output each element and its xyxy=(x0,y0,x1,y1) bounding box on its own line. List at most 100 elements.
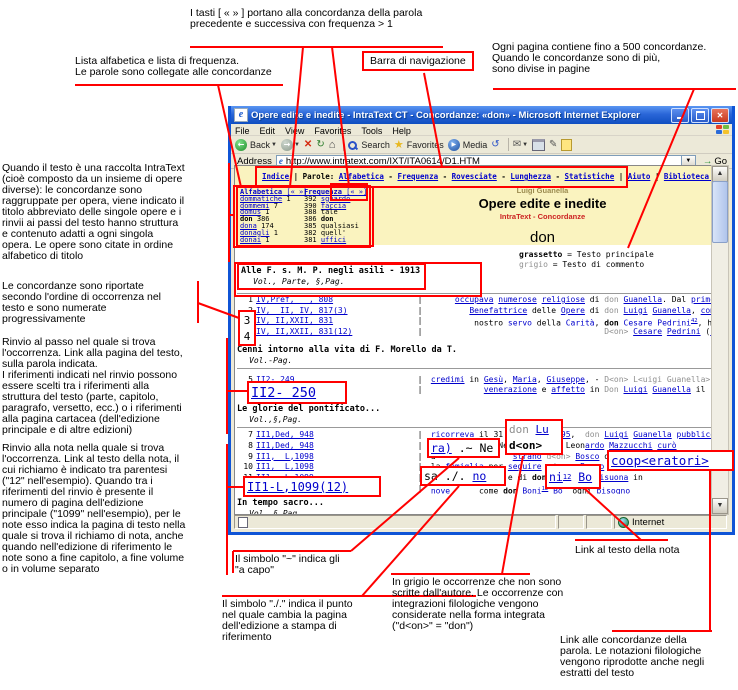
stop-button[interactable]: ✕ xyxy=(304,139,312,150)
link[interactable]: affetto xyxy=(551,385,585,394)
column-divider: | xyxy=(414,385,426,396)
print-button[interactable] xyxy=(532,139,545,151)
scrollbar-thumb[interactable] xyxy=(712,181,728,243)
link[interactable]: religiose xyxy=(542,295,585,304)
passage-reference-link[interactable]: IV, II, IV, 817(3) xyxy=(256,306,414,317)
link[interactable]: Lu xyxy=(536,423,549,436)
link[interactable]: Luigi xyxy=(604,430,628,439)
link[interactable]: Benefattrice xyxy=(469,306,527,315)
history-button[interactable]: ↺ xyxy=(491,139,499,150)
word-concordance-link[interactable]: coop<eratori> xyxy=(611,453,709,468)
link[interactable]: bisogno xyxy=(596,486,630,494)
link[interactable]: Maria xyxy=(513,375,537,384)
link[interactable]: ra) xyxy=(431,441,452,455)
link[interactable]: Guanella xyxy=(633,430,672,439)
minimize-button[interactable] xyxy=(671,108,689,123)
scroll-up-icon[interactable]: ▲ xyxy=(712,166,728,182)
link[interactable]: nove xyxy=(431,486,450,494)
home-button[interactable]: ⌂ xyxy=(329,139,336,151)
link[interactable]: Biblioteca IntraText xyxy=(664,172,713,181)
mail-dropdown-icon[interactable]: ▼ xyxy=(522,142,528,148)
link[interactable]: Gesù xyxy=(484,375,503,384)
menu-view[interactable]: View xyxy=(285,126,304,136)
passage-reference-link[interactable]: IV, II,XXII, 831(12) xyxy=(256,327,414,338)
link[interactable]: Opere xyxy=(561,306,585,315)
link[interactable]: Cesare xyxy=(633,327,662,336)
link[interactable]: Giuseppe xyxy=(546,375,585,384)
passage-reference-link[interactable]: II1,Ded, 948 xyxy=(256,441,414,452)
edit-button[interactable]: ✎ xyxy=(549,139,557,150)
link[interactable]: pubblicò xyxy=(677,430,712,439)
scroll-down-icon[interactable]: ▼ xyxy=(712,498,728,514)
close-button[interactable]: ✕ xyxy=(711,108,729,123)
forward-icon: → xyxy=(281,139,293,151)
link[interactable]: primo xyxy=(691,295,712,304)
link[interactable]: Bo xyxy=(578,470,592,484)
link[interactable]: ni xyxy=(549,470,563,484)
menu-edit[interactable]: Edit xyxy=(260,126,276,136)
text-segment: Leon xyxy=(561,441,585,450)
media-button[interactable]: ▶ Media xyxy=(448,139,488,151)
link[interactable]: Pedrini xyxy=(667,327,701,336)
menu-help[interactable]: Help xyxy=(392,126,411,136)
menu-file[interactable]: File xyxy=(235,126,250,136)
menu-tools[interactable]: Tools xyxy=(361,126,382,136)
link[interactable]: Cesare xyxy=(624,319,653,327)
link[interactable]: Guanella xyxy=(624,295,663,304)
link[interactable]: no xyxy=(472,469,486,483)
link[interactable]: seguire xyxy=(508,462,542,471)
link[interactable]: Luigi xyxy=(624,306,648,315)
reference-link[interactable]: II2- 250 xyxy=(251,385,316,401)
link[interactable]: Boni xyxy=(522,486,541,494)
windows-logo-red xyxy=(716,125,722,129)
link[interactable]: Luigi xyxy=(624,385,648,394)
text-segment xyxy=(571,470,578,484)
back-button[interactable]: ← Back ▼ xyxy=(235,139,277,151)
link[interactable]: Aiuto xyxy=(628,172,651,181)
annotation-pagebreak: Il simbolo "./." indica il punto nel qua… xyxy=(222,599,353,643)
mail-button[interactable]: ✉▼ xyxy=(513,139,528,150)
link[interactable]: Bosco xyxy=(575,452,599,461)
link[interactable]: Mazzucchi xyxy=(609,441,652,450)
media-icon: ▶ xyxy=(448,139,460,151)
favorites-button[interactable]: ★ Favorites xyxy=(394,138,444,151)
note-reference-link[interactable]: II1-L,1099(12) xyxy=(247,480,348,494)
messenger-button[interactable] xyxy=(561,139,572,151)
link[interactable]: Guanella xyxy=(652,306,691,315)
section-title: Cenni intorno alla vita di F. Morello da… xyxy=(237,345,712,355)
link[interactable]: Pedrini xyxy=(657,319,691,327)
magnifier-philological-link: coop<eratori> xyxy=(607,450,734,471)
internet-globe-icon xyxy=(618,517,629,528)
link[interactable]: venerazione xyxy=(484,385,537,394)
column-divider: | xyxy=(414,452,426,463)
link[interactable]: 12 xyxy=(563,473,571,481)
minimize-icon xyxy=(677,117,683,119)
maximize-button[interactable] xyxy=(691,108,709,123)
text-segment: D<on> L<uigi Guanella>, xyxy=(604,375,712,384)
menu-favorites[interactable]: Favorites xyxy=(314,126,351,136)
annotation-order: Le concordanze sono riportate secondo l'… xyxy=(2,281,212,325)
link[interactable]: credimi xyxy=(431,375,465,384)
concordance-row: 4IV, II,XXII, 831(12)| D<on> Cesare Pedr… xyxy=(237,327,712,338)
link[interactable]: numerose xyxy=(498,295,537,304)
back-dropdown-icon[interactable]: ▼ xyxy=(271,142,277,148)
forward-button[interactable]: → ▼ xyxy=(281,139,300,151)
passage-reference-link[interactable]: II1, L,1098 xyxy=(256,462,414,473)
link[interactable]: curò xyxy=(657,441,676,450)
status-message-cell xyxy=(234,515,556,529)
link[interactable]: Carità xyxy=(566,319,595,327)
passage-reference-link[interactable]: IV, II,XXII, 831 xyxy=(256,316,414,327)
forward-dropdown-icon[interactable]: ▼ xyxy=(294,142,300,148)
status-cell xyxy=(558,515,584,529)
passage-reference-link[interactable]: II1,Ded, 948 xyxy=(256,430,414,441)
text-segment: di xyxy=(585,306,604,315)
link[interactable]: ardo xyxy=(585,441,604,450)
link[interactable]: servo xyxy=(508,319,532,327)
passage-reference-link[interactable]: II1, L,1098 xyxy=(256,452,414,463)
refresh-button[interactable]: ↻ xyxy=(316,139,324,150)
link[interactable]: Guanella xyxy=(652,385,691,394)
search-button[interactable]: Search xyxy=(348,140,390,150)
occurrence-number: 7 xyxy=(237,430,256,441)
link[interactable]: 42 xyxy=(691,318,698,324)
home-icon: ⌂ xyxy=(329,139,336,151)
